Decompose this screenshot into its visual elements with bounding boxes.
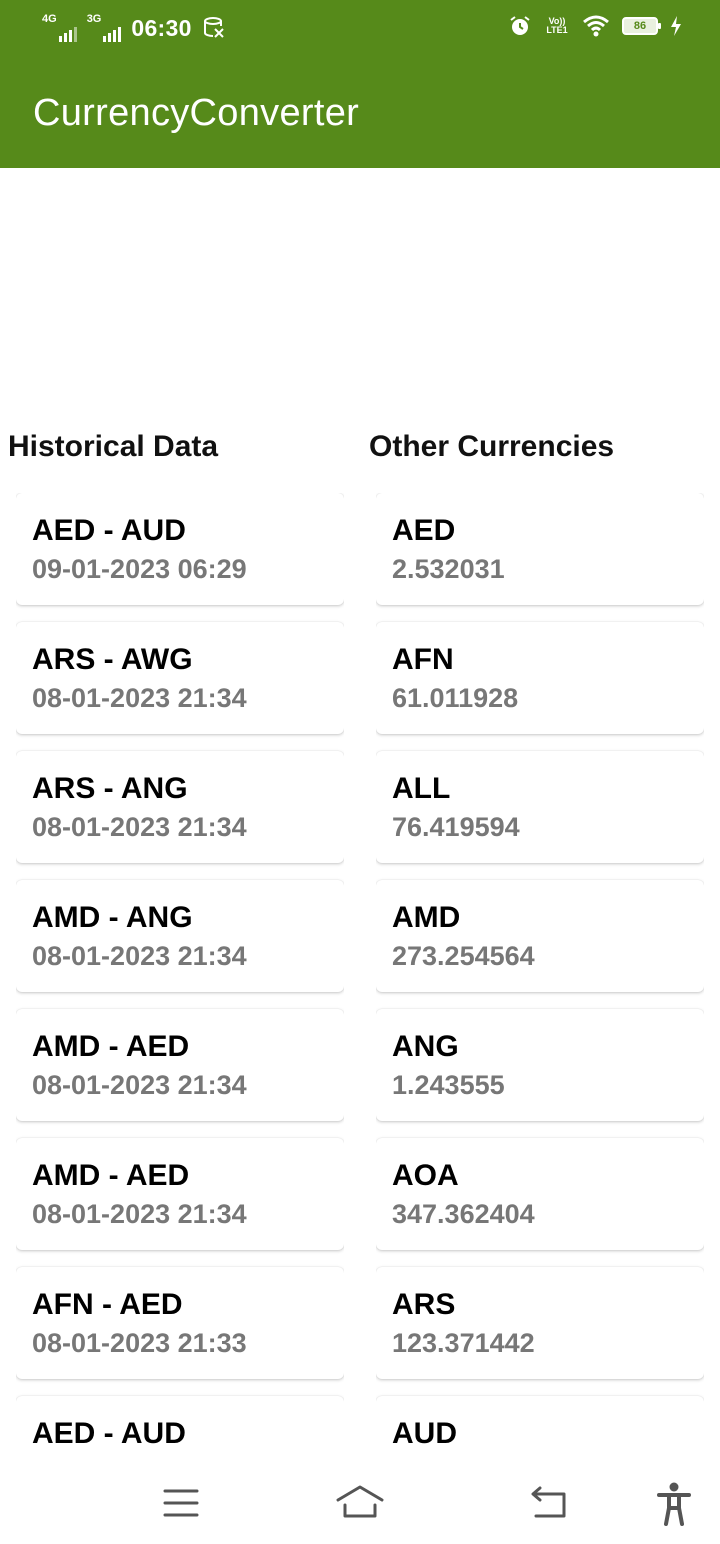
currency-code: ANG <box>392 1030 459 1063</box>
currency-pair: AMD - AED <box>32 1030 190 1063</box>
conversion-datetime: 08-01-2023 21:34 <box>32 1070 247 1100</box>
conversion-datetime: 08-01-2023 21:34 <box>32 941 247 971</box>
currency-card[interactable]: AOA 347.362404 <box>376 1138 704 1250</box>
currency-rate: 2.532031 <box>392 554 505 584</box>
currency-pair: AED - AUD <box>32 514 186 547</box>
currency-code: ALL <box>392 772 451 805</box>
conversion-datetime: 08-01-2023 21:34 <box>32 1199 247 1229</box>
system-nav-bar <box>0 1444 720 1544</box>
history-card[interactable]: AFN - AED 08-01-2023 21:33 <box>16 1267 344 1379</box>
app-title: CurrencyConverter <box>33 92 360 134</box>
history-card[interactable]: ARS - AWG 08-01-2023 21:34 <box>16 622 344 734</box>
currency-card[interactable]: AUD <box>376 1396 704 1444</box>
conversion-datetime: 09-01-2023 06:29 <box>32 554 247 584</box>
currency-pair: ARS - ANG <box>32 772 188 805</box>
currency-rate: 123.371442 <box>392 1328 535 1358</box>
currency-code: AUD <box>392 1417 457 1444</box>
currency-card[interactable]: AMD 273.254564 <box>376 880 704 992</box>
conversion-datetime: 08-01-2023 21:33 <box>32 1328 247 1358</box>
currency-pair: AMD - AED <box>32 1159 190 1192</box>
currency-card[interactable]: ANG 1.243555 <box>376 1009 704 1121</box>
currency-card[interactable]: AED 2.532031 <box>376 493 704 605</box>
currency-rate: 1.243555 <box>392 1070 505 1100</box>
historical-data-list[interactable]: AED - AUD 09-01-2023 06:29 ARS - AWG 08-01… <box>16 493 344 1444</box>
currency-rate: 273.254564 <box>392 941 535 971</box>
currency-pair: ARS - AWG <box>32 643 193 676</box>
back-icon[interactable] <box>528 1486 568 1520</box>
history-card[interactable]: AED - AUD <box>16 1396 344 1444</box>
currency-card[interactable]: AFN 61.011928 <box>376 622 704 734</box>
alarm-icon <box>510 16 530 35</box>
history-card[interactable]: AMD - AED 08-01-2023 21:34 <box>16 1138 344 1250</box>
home-icon[interactable] <box>335 1484 385 1520</box>
currency-pair: AFN - AED <box>32 1288 183 1321</box>
currency-rate: 61.011928 <box>392 683 519 713</box>
currency-card[interactable]: ARS 123.371442 <box>376 1267 704 1379</box>
currency-code: AMD <box>392 901 461 934</box>
battery-level: 86 <box>633 20 647 32</box>
accessibility-icon[interactable] <box>656 1482 692 1526</box>
network-type-label: 4G <box>42 13 57 25</box>
currency-code: ARS <box>392 1288 456 1321</box>
other-currencies-list[interactable]: AED 2.532031 AFN 61.011928 ALL 76.419594 AM… <box>376 493 704 1444</box>
currency-pair: AED - AUD <box>32 1417 186 1444</box>
volte-icon: Vo)) LTE1 <box>546 16 568 35</box>
currency-rate: 347.362404 <box>392 1199 535 1229</box>
charging-bolt-icon <box>671 16 681 36</box>
currency-code: AFN <box>392 643 454 676</box>
signal-3g-icon: 3G <box>87 14 122 42</box>
history-card[interactable]: AMD - ANG 08-01-2023 21:34 <box>16 880 344 992</box>
currency-code: AOA <box>392 1159 459 1192</box>
data-saver-icon <box>203 17 224 38</box>
currency-pair: AMD - ANG <box>32 901 193 934</box>
history-card[interactable]: AMD - AED 08-01-2023 21:34 <box>16 1009 344 1121</box>
battery-icon: 86 <box>622 17 661 35</box>
wifi-icon <box>583 15 609 37</box>
currency-code: AED <box>392 514 456 547</box>
conversion-datetime: 08-01-2023 21:34 <box>32 683 247 713</box>
network-type-label-2: 3G <box>86 13 102 25</box>
historical-data-title: Historical Data <box>8 430 219 463</box>
currency-card[interactable]: ALL 76.419594 <box>376 751 704 863</box>
status-bar: 4G 3G 06:30 Vo)) LTE1 86 <box>0 0 720 58</box>
history-card[interactable]: ARS - ANG 08-01-2023 21:34 <box>16 751 344 863</box>
menu-icon[interactable] <box>163 1488 199 1518</box>
currency-rate: 76.419594 <box>392 812 520 842</box>
history-card[interactable]: AED - AUD 09-01-2023 06:29 <box>16 493 344 605</box>
signal-4g-icon: 4G <box>42 14 77 42</box>
clock: 06:30 <box>131 14 192 41</box>
other-currencies-title: Other Currencies <box>369 430 615 463</box>
app-header: 4G 3G 06:30 Vo)) LTE1 86 CurrencyConvert… <box>0 0 720 168</box>
conversion-datetime: 08-01-2023 21:34 <box>32 812 247 842</box>
